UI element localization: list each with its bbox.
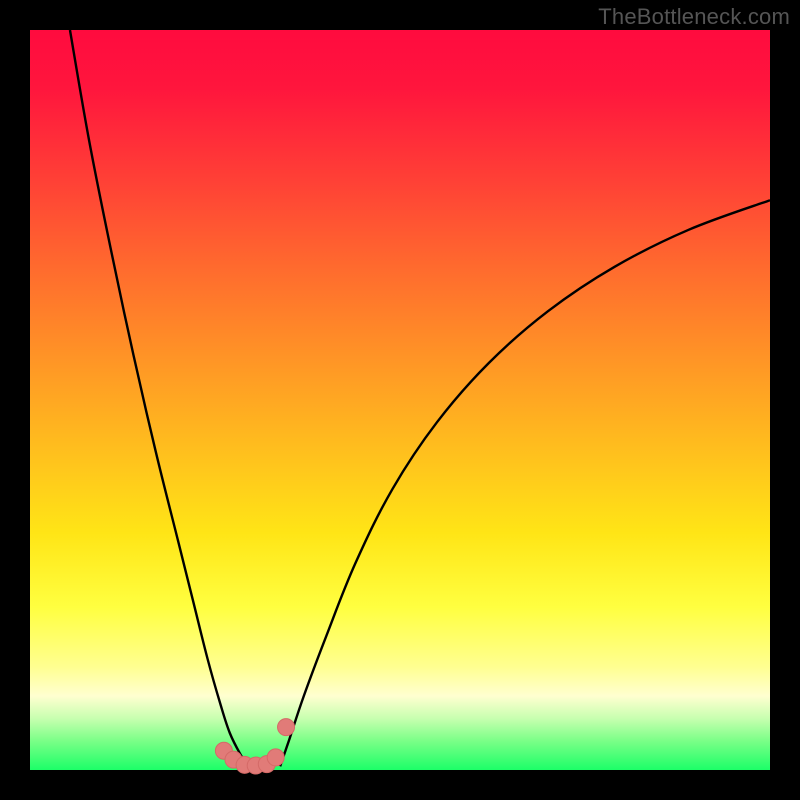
marker-dot [267,749,284,766]
curve-layer [30,30,770,770]
watermark-text: TheBottleneck.com [598,4,790,30]
curve-left-branch [70,30,248,766]
marker-dot [278,719,295,736]
curve-right-branch [280,200,770,766]
plot-area [30,30,770,770]
chart-frame: TheBottleneck.com [0,0,800,800]
